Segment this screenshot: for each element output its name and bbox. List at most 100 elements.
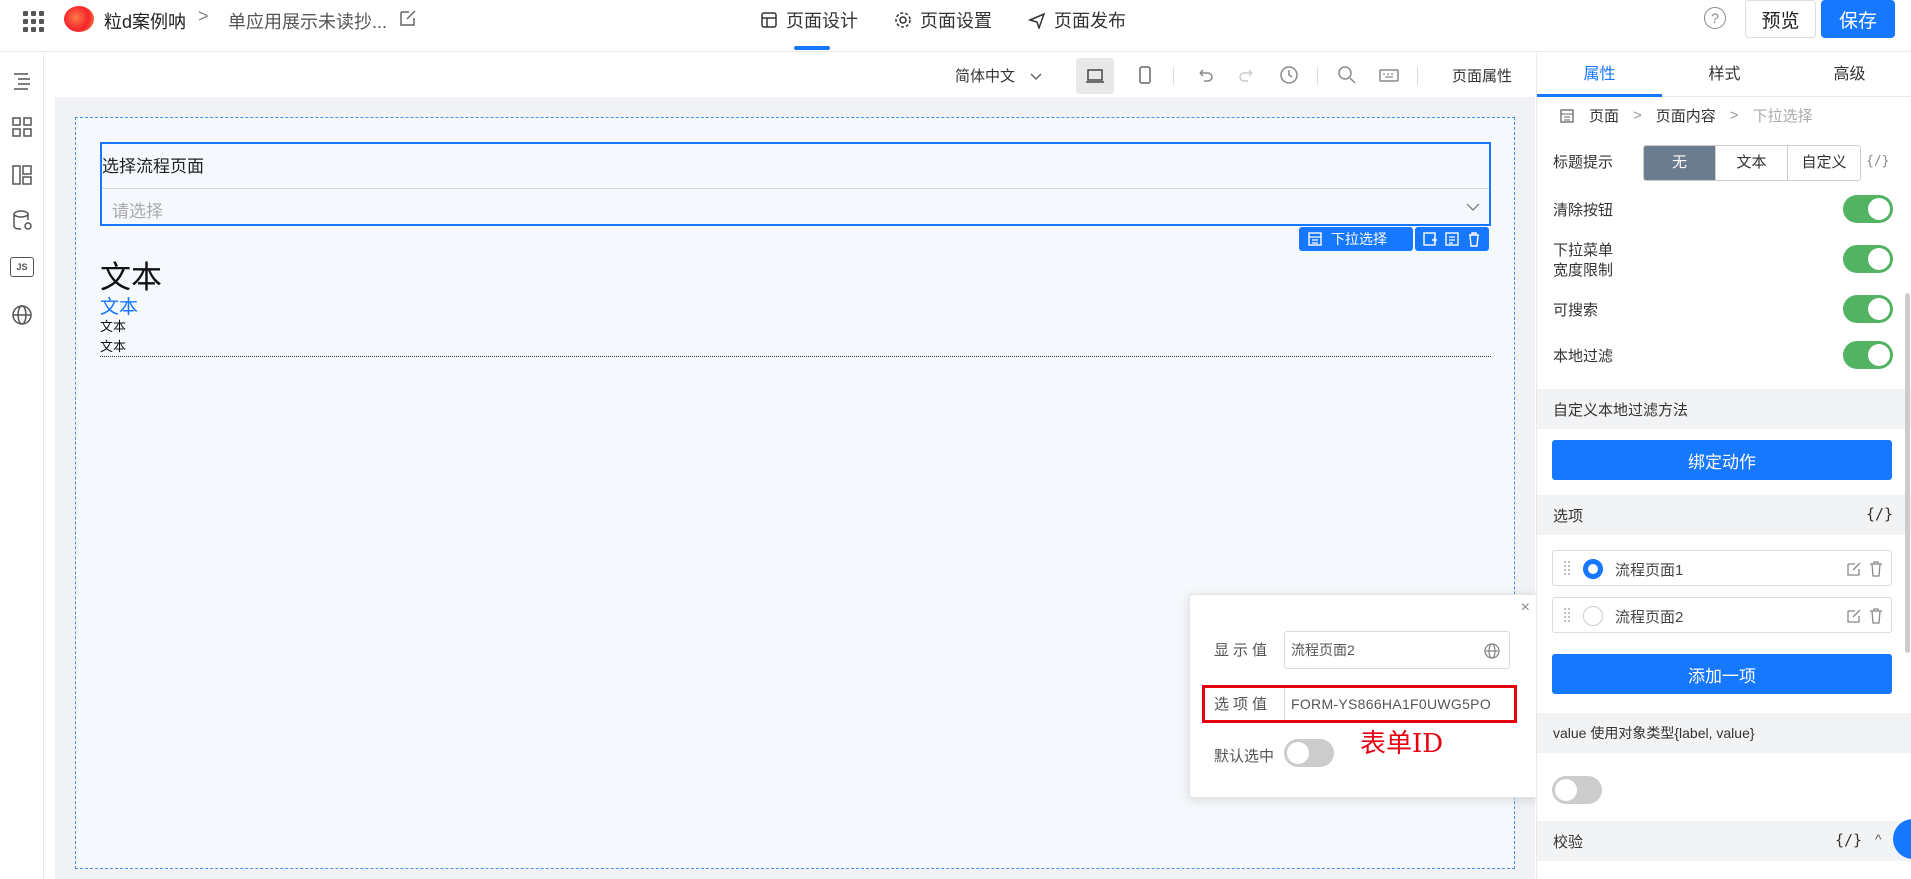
- tab-page-publish[interactable]: 页面发布: [1028, 0, 1126, 40]
- apps-grid-icon[interactable]: [20, 8, 44, 32]
- searchable-toggle[interactable]: [1843, 295, 1893, 323]
- option-item[interactable]: 流程页面1: [1552, 550, 1892, 586]
- component-tag-label: 下拉选择: [1331, 231, 1387, 247]
- text-large[interactable]: 文本: [100, 252, 162, 297]
- globe-icon[interactable]: [10, 303, 34, 327]
- text-small[interactable]: 文本: [100, 336, 126, 355]
- breadcrumb-content[interactable]: 页面内容: [1656, 105, 1716, 126]
- chevron-down-icon: [1466, 203, 1480, 212]
- radio-unchecked-icon[interactable]: [1583, 606, 1603, 626]
- tab-label: 页面设置: [920, 11, 992, 31]
- option-label: 流程页面1: [1615, 562, 1684, 579]
- validate-section[interactable]: 校验 {/} ^: [1537, 821, 1911, 861]
- save-button[interactable]: 保存: [1821, 0, 1895, 38]
- code-toggle-icon[interactable]: {/}: [1866, 154, 1889, 169]
- radio-checked-icon[interactable]: [1583, 559, 1603, 579]
- page-name[interactable]: 单应用展示未读抄...: [228, 8, 387, 34]
- undo-icon[interactable]: [1193, 63, 1217, 87]
- tab-advanced[interactable]: 高级: [1787, 53, 1911, 96]
- edit-icon[interactable]: [1845, 607, 1863, 625]
- page-icon: [1560, 108, 1574, 123]
- outline-tree-icon[interactable]: [10, 69, 34, 93]
- tab-style[interactable]: 样式: [1662, 53, 1787, 96]
- searchable-label: 可搜索: [1553, 302, 1599, 319]
- chevron-right-icon: >: [1633, 107, 1642, 124]
- page-properties-button[interactable]: 页面属性: [1452, 65, 1512, 86]
- option-edit-popup: × 显示值 流程页面2 选项值 FORM-YS866HA1F0UWG5PO 表单…: [1189, 594, 1539, 798]
- delete-icon[interactable]: [1867, 560, 1885, 578]
- divider: [100, 356, 1491, 357]
- redo-icon[interactable]: [1235, 63, 1259, 87]
- globe-icon[interactable]: [1483, 642, 1501, 660]
- tab-page-design[interactable]: 页面设计: [760, 0, 858, 50]
- scrollbar[interactable]: [1905, 293, 1910, 653]
- panel-tabs: 属性 样式 高级: [1537, 53, 1911, 97]
- value-object-toggle[interactable]: [1552, 776, 1602, 804]
- help-icon[interactable]: ?: [1704, 7, 1726, 29]
- keyboard-icon[interactable]: [1377, 63, 1401, 87]
- tab-label: 页面发布: [1054, 11, 1126, 31]
- local-filter-label: 本地过滤: [1553, 348, 1614, 365]
- default-selected-toggle[interactable]: [1284, 739, 1334, 767]
- select-placeholder: 请选择: [112, 202, 163, 221]
- clear-button-toggle[interactable]: [1843, 195, 1893, 223]
- display-value-input[interactable]: 流程页面2: [1284, 631, 1510, 669]
- app-name[interactable]: 粒d案例呐: [104, 8, 186, 34]
- title-hint-segmented: 无 文本 自定义: [1643, 145, 1861, 181]
- js-code-icon[interactable]: JS: [10, 257, 34, 277]
- select-component[interactable]: 选择流程页面 请选择: [100, 142, 1491, 226]
- title-hint-option-none[interactable]: 无: [1644, 146, 1716, 180]
- section-title: 自定义本地过滤方法: [1553, 402, 1689, 419]
- top-bar: 粒d案例呐 > 单应用展示未读抄... 页面设计 页面设置 页面发布 ? 预览 …: [0, 0, 1911, 52]
- breadcrumb: 页面 > 页面内容 > 下拉选择: [1559, 105, 1813, 126]
- copy-icon[interactable]: [1444, 231, 1460, 247]
- search-icon[interactable]: [1335, 63, 1359, 87]
- chevron-down-icon: [1030, 72, 1042, 80]
- desktop-view-icon[interactable]: [1076, 58, 1114, 94]
- canvas-toolbar: 简体中文 页面属性: [55, 53, 1535, 97]
- tab-attributes[interactable]: 属性: [1537, 53, 1662, 97]
- language-select[interactable]: 简体中文: [955, 65, 1043, 86]
- design-tabs: 页面设计 页面设置 页面发布: [760, 0, 1126, 52]
- components-grid-icon[interactable]: [10, 115, 34, 139]
- title-hint-option-text[interactable]: 文本: [1716, 146, 1788, 180]
- close-icon[interactable]: ×: [1521, 599, 1530, 617]
- app-logo: [64, 6, 94, 32]
- option-item[interactable]: 流程页面2: [1552, 597, 1892, 633]
- drag-handle-icon[interactable]: [1563, 560, 1571, 576]
- add-component-icon[interactable]: [1422, 231, 1438, 247]
- layout-blocks-icon[interactable]: [10, 163, 34, 187]
- delete-icon[interactable]: [1867, 607, 1885, 625]
- section-title: 选项: [1553, 508, 1584, 525]
- bind-action-button[interactable]: 绑定动作: [1552, 440, 1892, 480]
- highlight-box: [1202, 685, 1517, 723]
- component-tag[interactable]: 下拉选择: [1299, 227, 1413, 251]
- code-toggle-icon[interactable]: {/}: [1866, 505, 1893, 523]
- display-value-text: 流程页面2: [1291, 642, 1355, 658]
- mobile-view-icon[interactable]: [1133, 63, 1157, 87]
- text-small[interactable]: 文本: [100, 316, 126, 335]
- local-filter-toggle[interactable]: [1843, 341, 1893, 369]
- edit-icon[interactable]: [398, 8, 418, 28]
- display-value-label: 显示值: [1214, 642, 1272, 659]
- delete-icon[interactable]: [1466, 231, 1482, 247]
- drag-handle-icon[interactable]: [1563, 607, 1571, 623]
- toolbar-divider: [1417, 67, 1418, 85]
- text-link[interactable]: 文本: [100, 292, 138, 319]
- layout-icon: [761, 12, 777, 28]
- dropdown-width-toggle[interactable]: [1843, 245, 1893, 273]
- history-icon[interactable]: [1277, 63, 1301, 87]
- tab-page-settings[interactable]: 页面设置: [894, 0, 992, 40]
- breadcrumb-page[interactable]: 页面: [1589, 105, 1619, 126]
- select-input[interactable]: 请选择: [102, 188, 1489, 224]
- chevron-right-icon: >: [1729, 107, 1739, 124]
- data-source-icon[interactable]: [10, 209, 34, 233]
- edit-icon[interactable]: [1845, 560, 1863, 578]
- add-option-button[interactable]: 添加一项: [1552, 654, 1892, 694]
- options-section: 选项 {/}: [1537, 495, 1911, 535]
- preview-button[interactable]: 预览: [1745, 0, 1816, 38]
- dropdown-width-label-1: 下拉菜单: [1553, 242, 1614, 259]
- chevron-up-icon[interactable]: ^: [1875, 831, 1882, 847]
- code-toggle-icon[interactable]: {/}: [1835, 831, 1862, 849]
- title-hint-option-custom[interactable]: 自定义: [1788, 146, 1860, 180]
